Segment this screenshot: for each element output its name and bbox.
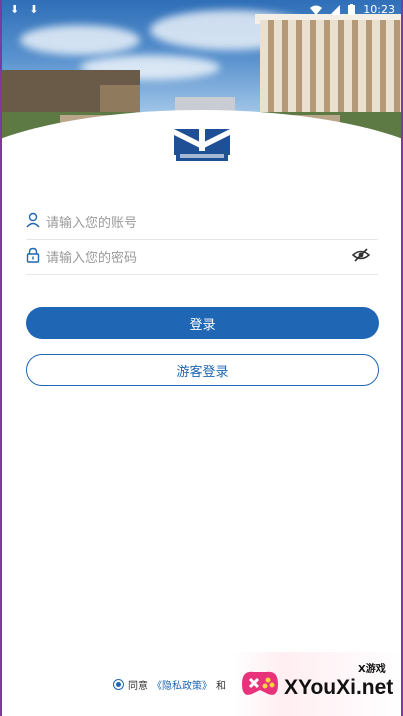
user-icon: [26, 212, 40, 228]
building-left-annex: [100, 85, 140, 115]
eye-off-icon[interactable]: [352, 247, 370, 263]
guest-login-button[interactable]: 游客登录: [26, 354, 379, 386]
wifi-icon: [310, 5, 323, 15]
privacy-policy-link[interactable]: 《隐私政策》: [152, 677, 212, 692]
lock-icon: [26, 247, 40, 263]
battery-icon: [348, 4, 356, 15]
agreement-row: 同意 《隐私政策》 和: [113, 677, 226, 692]
watermark-brand-text: XYouXi.net: [284, 676, 394, 699]
agree-radio[interactable]: [113, 679, 124, 690]
account-input[interactable]: 请输入您的账号: [46, 212, 137, 231]
status-bar: ⬇ ⬇ 10:23: [0, 0, 403, 20]
login-button[interactable]: 登录: [26, 307, 379, 339]
school-logo: [174, 127, 230, 161]
gamepad-logo-icon: [242, 671, 278, 695]
account-field[interactable]: 请输入您的账号: [26, 204, 378, 240]
download-icon: ⬇: [10, 3, 20, 16]
agree-and: 和: [216, 681, 226, 692]
cloud: [20, 25, 140, 55]
password-input[interactable]: 请输入您的密码: [46, 247, 137, 266]
watermark-small-text: X游戏: [358, 664, 386, 675]
watermark: X游戏 XYouXi.net: [232, 652, 403, 716]
download-icon: ⬇: [29, 3, 39, 16]
status-time: 10:23: [363, 3, 395, 16]
agree-prefix: 同意: [128, 681, 148, 692]
campus-header-image: [0, 0, 403, 170]
signal-icon: [330, 4, 341, 15]
password-field[interactable]: 请输入您的密码: [26, 239, 378, 275]
